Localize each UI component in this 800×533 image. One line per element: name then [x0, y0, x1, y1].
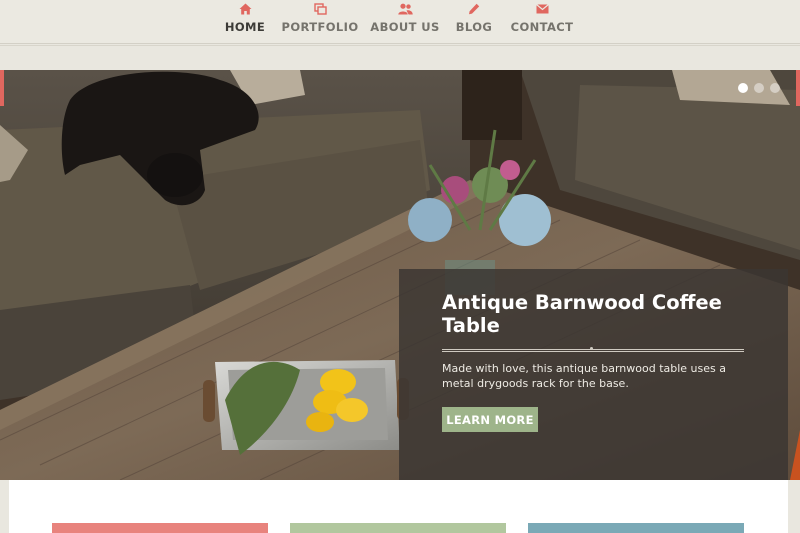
slide-description: Made with love, this antique barnwood ta…	[442, 362, 726, 390]
nav-item-home[interactable]: HOME	[224, 0, 266, 40]
learn-more-button[interactable]: LEARN MORE	[442, 407, 538, 432]
nav-label-contact: CONTACT	[510, 20, 574, 34]
users-icon	[397, 2, 413, 16]
nav-label-about-us: ABOUT US	[370, 20, 440, 34]
site-header: HOME PORTFOLIO ABOUT US BLOG CONTACT	[0, 0, 800, 46]
lemon-tray	[203, 360, 409, 455]
nav-item-portfolio[interactable]: PORTFOLIO	[282, 0, 358, 40]
pencil-icon	[468, 2, 480, 16]
nav-label-home: HOME	[224, 20, 266, 34]
hero-slider: Antique Barnwood Coffee Table Made with …	[0, 70, 800, 480]
slider-pagination	[738, 83, 780, 93]
envelope-icon	[535, 2, 549, 16]
slider-next-marker[interactable]	[796, 70, 800, 106]
content-panel	[9, 480, 788, 533]
feature-box-blue[interactable]	[528, 523, 744, 533]
slider-prev-marker[interactable]	[0, 70, 4, 106]
nav-label-portfolio: PORTFOLIO	[281, 20, 359, 34]
main-nav: HOME PORTFOLIO ABOUT US BLOG CONTACT	[0, 0, 800, 44]
slider-dot-3[interactable]	[770, 83, 780, 93]
home-icon	[239, 2, 252, 16]
feature-box-red[interactable]	[52, 523, 268, 533]
slide-caption: Antique Barnwood Coffee Table Made with …	[399, 269, 788, 480]
slider-dot-1[interactable]	[738, 83, 748, 93]
portfolio-icon	[313, 2, 327, 16]
nav-item-contact[interactable]: CONTACT	[510, 0, 574, 40]
nav-item-about-us[interactable]: ABOUT US	[370, 0, 439, 40]
feature-box-green[interactable]	[290, 523, 506, 533]
caption-divider	[442, 347, 744, 352]
slider-dot-2[interactable]	[754, 83, 764, 93]
nav-label-blog: BLOG	[455, 20, 493, 34]
nav-item-blog[interactable]: BLOG	[455, 0, 493, 40]
slide-title: Antique Barnwood Coffee Table	[442, 291, 722, 337]
